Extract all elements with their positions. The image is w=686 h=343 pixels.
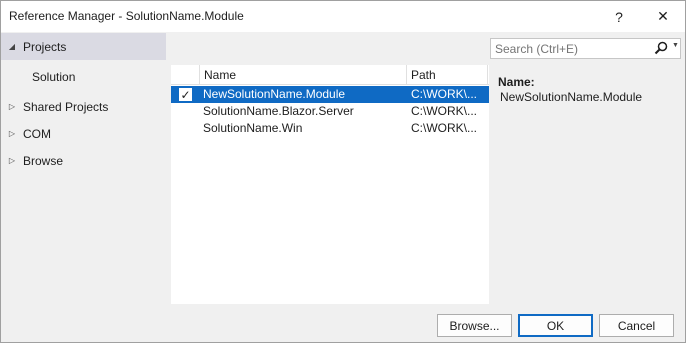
search-box[interactable]: ▼ bbox=[490, 38, 681, 59]
row-name: SolutionName.Win bbox=[203, 121, 303, 135]
search-icon[interactable] bbox=[654, 41, 668, 56]
category-sidebar: ◢ Projects Solution ▷ Shared Projects ▷ … bbox=[1, 32, 167, 304]
sidebar-item-com[interactable]: ▷ COM bbox=[1, 120, 166, 147]
checkmark-icon: ✓ bbox=[180, 87, 191, 102]
row-path: C:\WORK\... bbox=[411, 87, 477, 101]
close-button[interactable]: ✕ bbox=[643, 1, 683, 32]
column-header-name[interactable]: Name bbox=[204, 68, 236, 82]
reference-manager-dialog: Reference Manager - SolutionName.Module … bbox=[0, 0, 686, 343]
row-checkbox[interactable]: ✓ bbox=[179, 88, 192, 101]
sidebar-item-label: COM bbox=[23, 126, 51, 141]
sidebar-item-label: Browse bbox=[23, 153, 64, 168]
details-name-label: Name: bbox=[498, 75, 535, 89]
collapsed-arrow-icon: ▷ bbox=[8, 102, 16, 111]
column-divider[interactable] bbox=[487, 65, 488, 85]
table-row[interactable]: ✓ NewSolutionName.Module C:\WORK\... bbox=[171, 86, 489, 103]
row-name: SolutionName.Blazor.Server bbox=[203, 104, 354, 118]
row-path: C:\WORK\... bbox=[411, 104, 477, 118]
cancel-button[interactable]: Cancel bbox=[599, 314, 674, 337]
dialog-footer: Browse... OK Cancel bbox=[1, 304, 685, 342]
column-divider[interactable] bbox=[406, 65, 407, 85]
expanded-arrow-icon: ◢ bbox=[8, 42, 16, 51]
collapsed-arrow-icon: ▷ bbox=[8, 129, 16, 138]
row-name: NewSolutionName.Module bbox=[203, 87, 346, 101]
title-bar: Reference Manager - SolutionName.Module … bbox=[1, 1, 685, 32]
search-input[interactable] bbox=[495, 41, 645, 56]
project-list[interactable]: Name Path ✓ NewSolutionName.Module C:\WO… bbox=[171, 65, 489, 304]
browse-button[interactable]: Browse... bbox=[437, 314, 512, 337]
list-header: Name Path bbox=[171, 65, 489, 85]
search-options-dropdown-icon[interactable]: ▼ bbox=[672, 42, 679, 49]
sidebar-item-shared-projects[interactable]: ▷ Shared Projects bbox=[1, 93, 166, 120]
help-icon: ? bbox=[615, 8, 623, 25]
table-row[interactable]: SolutionName.Win C:\WORK\... bbox=[171, 120, 489, 137]
column-header-path[interactable]: Path bbox=[411, 68, 436, 82]
sidebar-item-label: Shared Projects bbox=[23, 99, 109, 114]
sidebar-item-solution[interactable]: Solution bbox=[1, 63, 166, 90]
row-path: C:\WORK\... bbox=[411, 121, 477, 135]
column-divider[interactable] bbox=[199, 65, 200, 85]
table-row[interactable]: SolutionName.Blazor.Server C:\WORK\... bbox=[171, 103, 489, 120]
sidebar-item-browse[interactable]: ▷ Browse bbox=[1, 147, 166, 174]
sidebar-item-label: Projects bbox=[23, 39, 67, 54]
dialog-body: ◢ Projects Solution ▷ Shared Projects ▷ … bbox=[1, 32, 685, 304]
help-button[interactable]: ? bbox=[599, 1, 639, 32]
window-title: Reference Manager - SolutionName.Module bbox=[9, 9, 244, 23]
ok-button[interactable]: OK bbox=[518, 314, 593, 337]
close-icon: ✕ bbox=[657, 8, 669, 24]
details-panel: Name: NewSolutionName.Module bbox=[498, 75, 642, 104]
sidebar-item-label: Solution bbox=[32, 69, 76, 84]
details-name-value: NewSolutionName.Module bbox=[500, 90, 643, 104]
collapsed-arrow-icon: ▷ bbox=[8, 156, 16, 165]
sidebar-item-projects[interactable]: ◢ Projects bbox=[1, 33, 166, 60]
